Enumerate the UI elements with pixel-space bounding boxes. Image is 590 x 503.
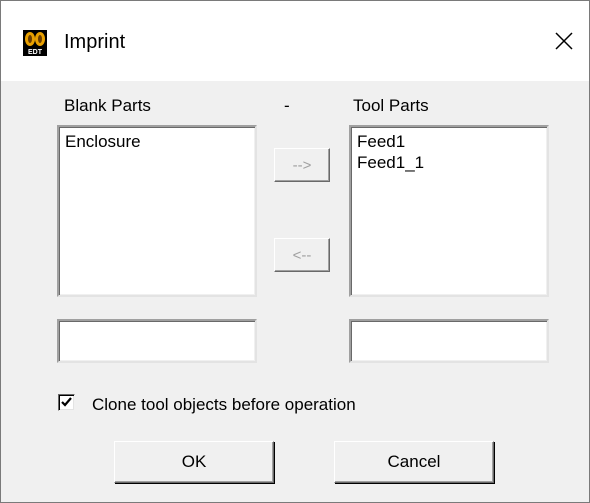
move-to-tool-button[interactable]: --> xyxy=(274,148,330,182)
cancel-button[interactable]: Cancel xyxy=(334,441,494,483)
imprint-dialog: EDT Imprint Blank Parts - Tool Parts Enc… xyxy=(0,0,590,503)
edt-app-icon: EDT xyxy=(23,30,47,56)
list-item[interactable]: Feed1 xyxy=(357,131,541,152)
svg-text:EDT: EDT xyxy=(28,49,43,56)
blank-parts-list[interactable]: Enclosure xyxy=(57,125,257,297)
tool-parts-label: Tool Parts xyxy=(353,96,429,115)
window-title: Imprint xyxy=(64,31,126,53)
list-item[interactable]: Feed1_1 xyxy=(357,152,541,173)
checkmark-icon xyxy=(61,397,72,407)
ok-button[interactable]: OK xyxy=(114,441,274,483)
clone-tool-objects-label: Clone tool objects before operation xyxy=(92,395,356,414)
move-to-blank-button[interactable]: <-- xyxy=(274,238,330,272)
blank-parts-filter-input[interactable] xyxy=(57,319,257,363)
dialog-body: Blank Parts - Tool Parts Enclosure Feed1… xyxy=(1,81,589,502)
tool-parts-filter-input[interactable] xyxy=(349,319,549,363)
tool-parts-list[interactable]: Feed1 Feed1_1 xyxy=(349,125,549,297)
title-bar: EDT Imprint xyxy=(1,1,589,81)
blank-parts-label: Blank Parts xyxy=(64,96,151,115)
close-button[interactable] xyxy=(541,21,587,61)
separator-label: - xyxy=(284,96,290,115)
clone-tool-objects-checkbox[interactable] xyxy=(58,394,75,411)
list-item[interactable]: Enclosure xyxy=(65,131,249,152)
close-icon xyxy=(555,32,573,50)
